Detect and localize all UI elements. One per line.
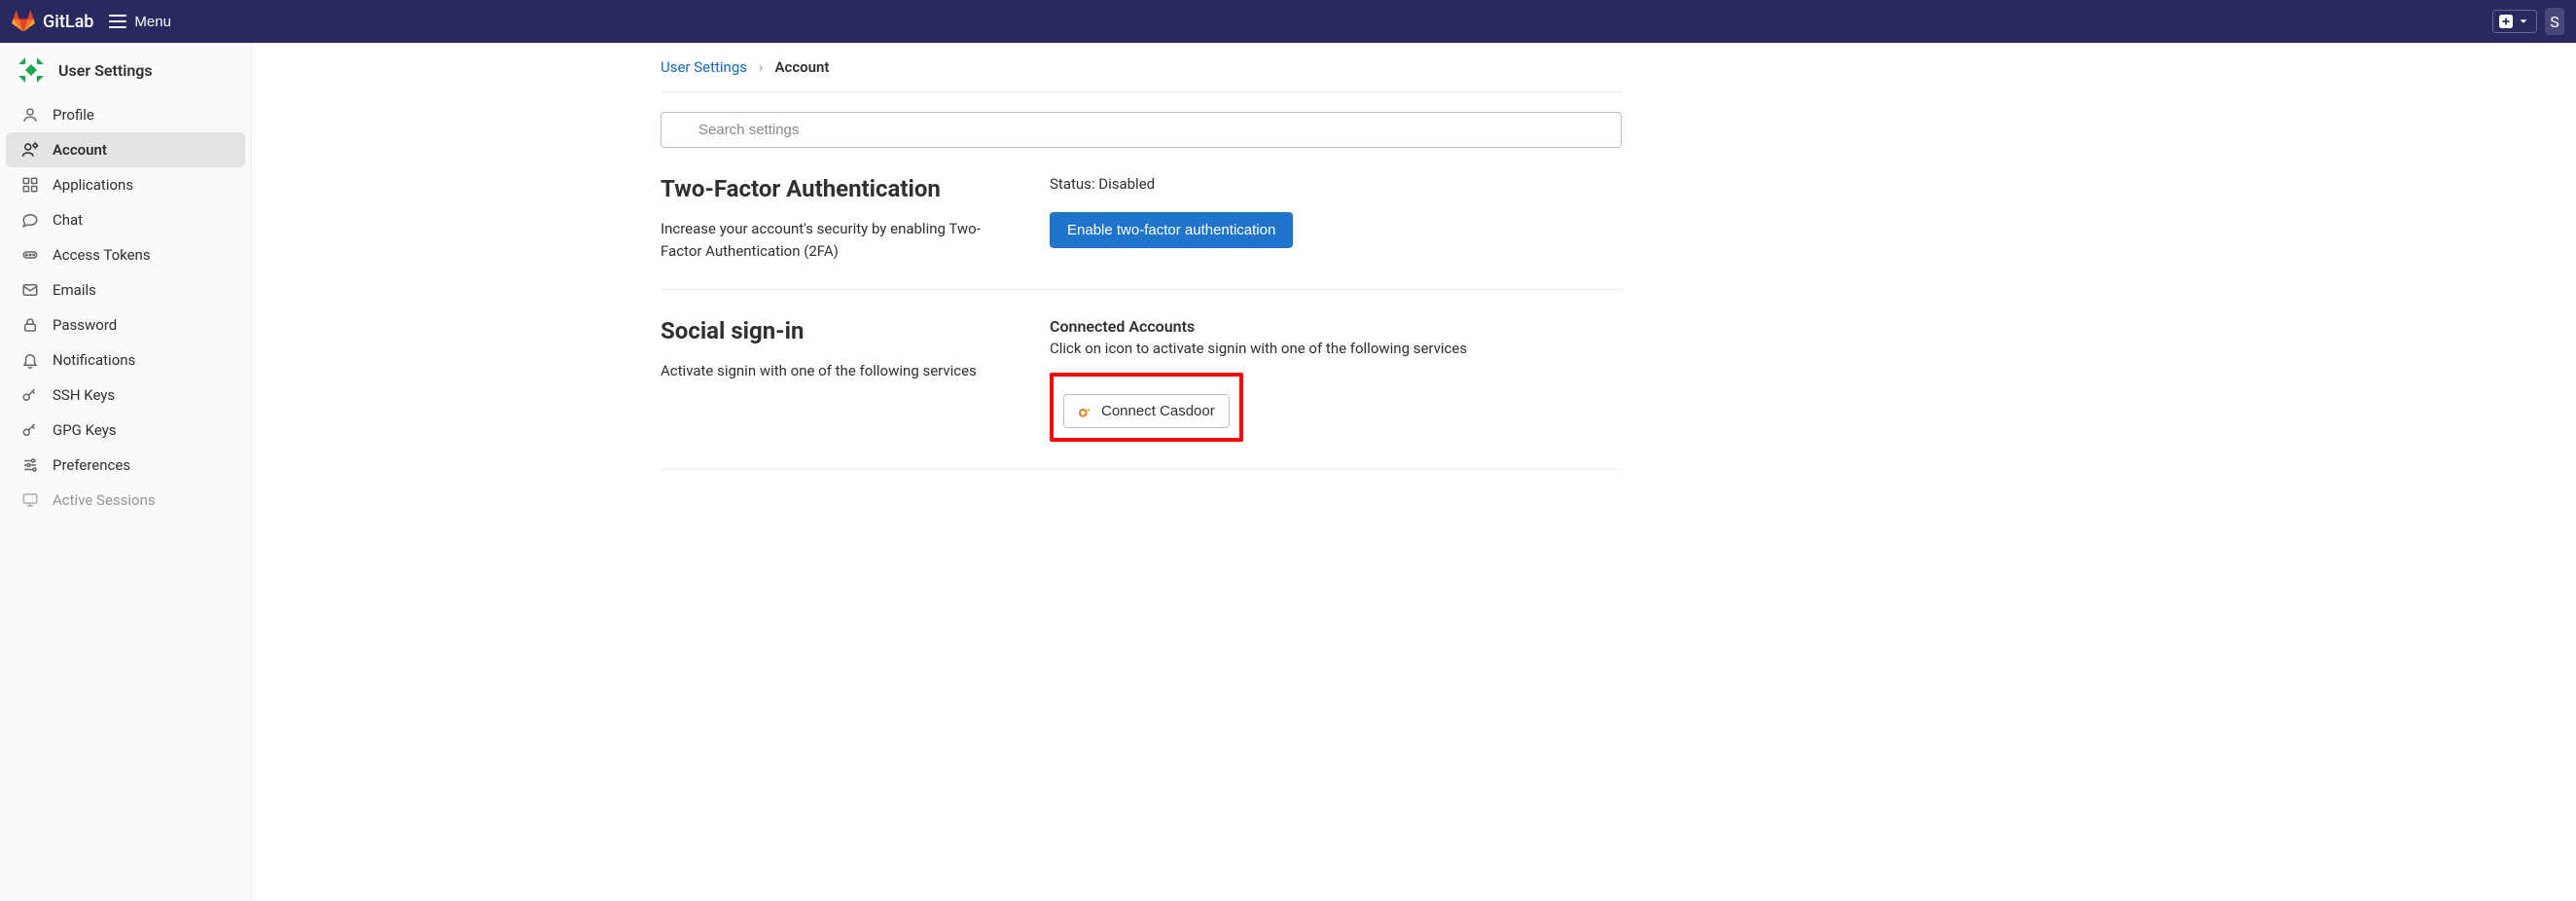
sidebar-item-access-tokens[interactable]: Access Tokens xyxy=(6,237,245,272)
brand-name: GitLab xyxy=(43,12,93,32)
sidebar-item-password[interactable]: Password xyxy=(6,307,245,342)
new-dropdown[interactable] xyxy=(2492,10,2537,33)
sidebar-item-label: GPG Keys xyxy=(53,421,117,439)
sidebar-item-label: Notifications xyxy=(53,351,135,369)
sidebar-item-label: Access Tokens xyxy=(53,246,151,264)
enable-2fa-button[interactable]: Enable two-factor authentication xyxy=(1050,212,1293,248)
chevron-down-icon xyxy=(2517,15,2530,28)
sidebar-item-label: Password xyxy=(53,316,117,334)
key-icon xyxy=(21,421,39,439)
header-left: GitLab Menu xyxy=(12,10,171,33)
token-icon xyxy=(21,246,39,264)
user-icon xyxy=(21,106,39,124)
avatar xyxy=(16,54,47,86)
connected-accounts-heading: Connected Accounts xyxy=(1050,317,1622,336)
mail-icon xyxy=(21,281,39,299)
sidebar-item-ssh-keys[interactable]: SSH Keys xyxy=(6,378,245,413)
sidebar-item-label: Active Sessions xyxy=(53,491,156,509)
social-description: Activate signin with one of the followin… xyxy=(661,360,991,382)
account-icon xyxy=(21,141,39,159)
sidebar-item-gpg-keys[interactable]: GPG Keys xyxy=(6,413,245,448)
sidebar-title: User Settings xyxy=(58,61,153,80)
twofa-description: Increase your account's security by enab… xyxy=(661,218,991,262)
bell-icon xyxy=(21,351,39,369)
highlight-annotation: Connect Casdoor xyxy=(1050,373,1243,442)
social-heading: Social sign-in xyxy=(661,317,1011,344)
header-search-stub[interactable]: S xyxy=(2545,8,2564,35)
sidebar: User Settings Profile Account Applicatio… xyxy=(0,43,252,901)
sidebar-item-label: Preferences xyxy=(53,456,130,474)
sidebar-header: User Settings xyxy=(0,43,251,97)
connected-accounts-sub: Click on icon to activate signin with on… xyxy=(1050,340,1622,357)
sidebar-item-chat[interactable]: Chat xyxy=(6,202,245,237)
menu-label: Menu xyxy=(134,14,171,30)
key-icon xyxy=(21,386,39,404)
monitor-icon xyxy=(21,491,39,509)
settings-search-wrap xyxy=(661,112,1622,148)
sidebar-item-label: Applications xyxy=(53,176,133,194)
chat-icon xyxy=(21,211,39,229)
menu-button[interactable]: Menu xyxy=(109,14,171,30)
sidebar-item-emails[interactable]: Emails xyxy=(6,272,245,307)
connect-casdoor-button[interactable]: Connect Casdoor xyxy=(1063,394,1230,428)
twofa-status: Status: Disabled xyxy=(1050,175,1622,193)
section-two-factor: Two-Factor Authentication Increase your … xyxy=(661,148,1622,290)
sidebar-item-label: Account xyxy=(53,141,107,159)
sidebar-item-label: Chat xyxy=(53,211,83,229)
hamburger-icon xyxy=(109,15,126,28)
sidebar-item-applications[interactable]: Applications xyxy=(6,167,245,202)
sidebar-item-label: Profile xyxy=(53,106,94,124)
sidebar-item-active-sessions[interactable]: Active Sessions xyxy=(6,483,245,518)
sidebar-item-label: Emails xyxy=(53,281,96,299)
breadcrumb: User Settings › Account xyxy=(661,43,1622,92)
sliders-icon xyxy=(21,456,39,474)
sidebar-item-preferences[interactable]: Preferences xyxy=(6,448,245,483)
breadcrumb-parent[interactable]: User Settings xyxy=(661,58,747,76)
sidebar-item-notifications[interactable]: Notifications xyxy=(6,342,245,378)
plus-icon xyxy=(2499,15,2513,28)
sidebar-item-profile[interactable]: Profile xyxy=(6,97,245,132)
main-content: User Settings › Account Two-Factor Authe… xyxy=(252,43,2576,901)
section-social-signin: Social sign-in Activate signin with one … xyxy=(661,290,1622,470)
gitlab-icon xyxy=(12,10,35,33)
gitlab-logo[interactable]: GitLab xyxy=(12,10,93,33)
apps-icon xyxy=(21,176,39,194)
sidebar-item-label: SSH Keys xyxy=(53,386,115,404)
settings-search-input[interactable] xyxy=(661,112,1622,148)
lock-icon xyxy=(21,316,39,334)
top-header: GitLab Menu S xyxy=(0,0,2576,43)
connect-button-label: Connect Casdoor xyxy=(1101,403,1215,419)
casdoor-icon xyxy=(1078,404,1093,419)
twofa-heading: Two-Factor Authentication xyxy=(661,175,1011,202)
breadcrumb-current: Account xyxy=(775,58,830,76)
chevron-right-icon: › xyxy=(759,58,764,76)
sidebar-item-account[interactable]: Account xyxy=(6,132,245,167)
header-right: S xyxy=(2492,8,2564,35)
